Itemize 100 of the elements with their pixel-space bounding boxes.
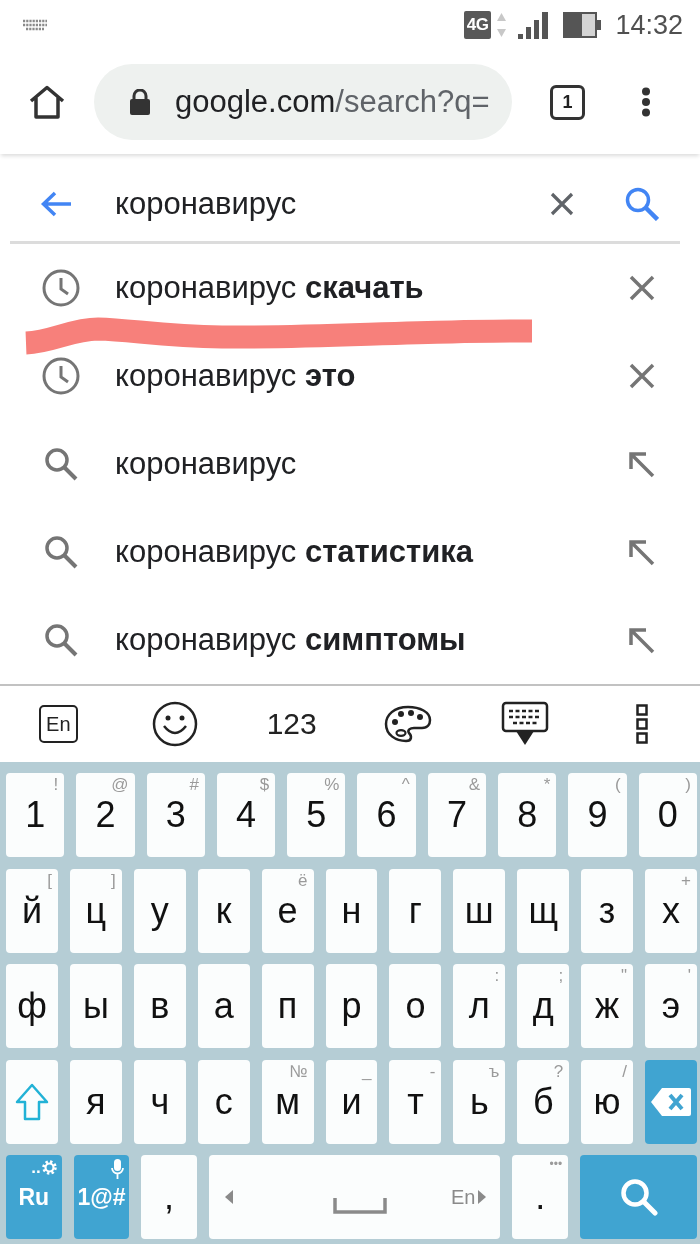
backspace-icon <box>650 1086 692 1117</box>
arrow-up-left-icon[interactable] <box>628 538 655 566</box>
keyboard-key[interactable]: " ж <box>581 964 634 1048</box>
keyboard-key[interactable]: о <box>389 964 442 1048</box>
keyboard-key[interactable]: ^ 6 <box>357 773 416 857</box>
keyboard-key[interactable]: - т <box>389 1059 442 1144</box>
keyboard-key[interactable]: ч <box>133 1059 186 1144</box>
keyboard-key[interactable]: ) 0 <box>638 773 697 857</box>
keyboard-key[interactable]: г <box>389 868 442 953</box>
keyboard-key[interactable]: , <box>141 1155 197 1239</box>
lock-icon <box>129 89 151 115</box>
suggestion-text[interactable]: коронавирус <box>115 446 628 482</box>
address-bar[interactable]: google.com/search?q= <box>94 64 512 140</box>
keyboard-key[interactable]: % 5 <box>287 773 346 857</box>
keyboard-key[interactable]: ' э <box>645 964 697 1048</box>
keyboard-key[interactable]: с <box>197 1059 250 1144</box>
keyboard-key[interactable]: ы <box>69 964 122 1048</box>
keyboard-key[interactable]: ? б <box>517 1059 570 1144</box>
keyboard-key[interactable]: р <box>325 964 378 1048</box>
backspace-key[interactable] <box>645 1059 697 1144</box>
arrow-up-left-icon[interactable] <box>628 626 655 654</box>
keyboard-key[interactable]: п <box>261 964 314 1048</box>
keyboard-key[interactable]: з <box>581 868 634 953</box>
keyboard-key[interactable]: в <box>133 964 186 1048</box>
suggestion-text[interactable]: коронавирус скачать <box>115 270 629 306</box>
home-icon[interactable] <box>29 85 65 119</box>
keyboard-icon <box>22 19 48 31</box>
suggestion-text[interactable]: коронавирус симптомы <box>115 622 628 658</box>
more-icon[interactable] <box>635 704 648 744</box>
search-icon[interactable] <box>625 186 659 221</box>
shift-icon <box>14 1082 49 1121</box>
keyboard-key[interactable]: к <box>197 868 250 953</box>
key-hint: - <box>429 1062 436 1080</box>
keyboard-key[interactable]: $ 4 <box>216 773 276 857</box>
key-hint: ( <box>615 776 621 793</box>
close-icon[interactable] <box>629 363 655 389</box>
keyboard-key[interactable]: ••• . <box>512 1155 569 1239</box>
numbers-button[interactable]: 123 <box>266 707 317 741</box>
close-icon[interactable] <box>629 275 655 301</box>
microphone-icon <box>111 1159 125 1179</box>
more-icon[interactable] <box>641 87 651 117</box>
keyboard-key[interactable]: ] ц <box>69 868 122 953</box>
keyboard-key[interactable]: * 8 <box>498 773 557 857</box>
keyboard-key[interactable]: : л <box>453 964 506 1048</box>
tab-switcher-button[interactable]: 1 <box>550 84 585 120</box>
key-hint: $ <box>259 776 270 793</box>
key-hint: " <box>621 967 628 984</box>
close-icon[interactable] <box>550 191 574 216</box>
palette-icon[interactable] <box>384 705 433 743</box>
keyboard-key[interactable]: ё е <box>261 868 314 953</box>
keyboard-key[interactable]: н <box>325 868 378 953</box>
keyboard-key[interactable]: & 7 <box>427 773 487 857</box>
key-hint: _ <box>361 1062 372 1080</box>
keyboard-key[interactable]: / ю <box>581 1059 634 1144</box>
shift-key[interactable] <box>6 1059 58 1144</box>
space-bar-icon <box>332 1198 387 1214</box>
key-hint: [ <box>47 871 52 889</box>
keyboard-key[interactable]: у <box>133 868 186 953</box>
keyboard-key[interactable]: [ й <box>6 868 58 953</box>
smiley-icon[interactable] <box>152 701 198 747</box>
key-hint: + <box>681 871 691 889</box>
keyboard-key[interactable]: @ 2 <box>76 773 135 857</box>
back-arrow-icon[interactable] <box>40 189 72 218</box>
search-field[interactable]: коронавирус <box>115 183 515 224</box>
key-hint: @ <box>111 776 129 793</box>
key-hint: ; <box>558 967 564 984</box>
search-icon <box>44 623 78 657</box>
suggestion-text[interactable]: коронавирус это <box>115 358 629 394</box>
keyboard-key[interactable]: + х <box>645 868 697 953</box>
key-hint: ^ <box>401 776 410 793</box>
key-hint: * <box>543 776 551 793</box>
key-hint: ' <box>687 967 691 984</box>
keyboard-key[interactable]: ; д <box>517 964 570 1048</box>
keyboard-key[interactable]: _ и <box>325 1059 378 1144</box>
key-hint: ••• <box>549 1158 563 1170</box>
keyboard-key[interactable]: ш <box>453 868 506 953</box>
keyboard-key[interactable]: щ <box>517 868 570 953</box>
keyboard-key[interactable]: а <box>197 964 250 1048</box>
keyboard-key[interactable]: ъ ь <box>453 1059 506 1144</box>
data-arrows-icon <box>496 12 508 38</box>
search-key[interactable] <box>580 1155 697 1239</box>
keyboard-key[interactable]: # 3 <box>146 773 205 857</box>
keyboard-key[interactable]: ( 9 <box>568 773 627 857</box>
search-icon <box>619 1178 658 1216</box>
keyboard-key[interactable]: ! 1 <box>6 773 65 857</box>
keyboard-down-icon[interactable] <box>501 701 549 747</box>
keyboard-key[interactable]: ф <box>6 964 58 1048</box>
suggestion-text[interactable]: коронавирус статистика <box>115 534 628 570</box>
clock-icon <box>42 269 80 307</box>
keyboard-key[interactable]: я <box>69 1059 122 1144</box>
key-hint: .. <box>31 1159 41 1176</box>
battery-icon <box>563 12 602 38</box>
key-hint: # <box>189 776 199 793</box>
arrow-up-left-icon[interactable] <box>628 450 655 478</box>
key-hint: № <box>289 1062 308 1080</box>
language-button[interactable]: En <box>38 705 78 743</box>
key-hint: ё <box>298 871 308 889</box>
key-hint: : <box>494 967 500 984</box>
clock-icon <box>42 357 80 395</box>
keyboard-key[interactable]: № м <box>261 1059 314 1144</box>
